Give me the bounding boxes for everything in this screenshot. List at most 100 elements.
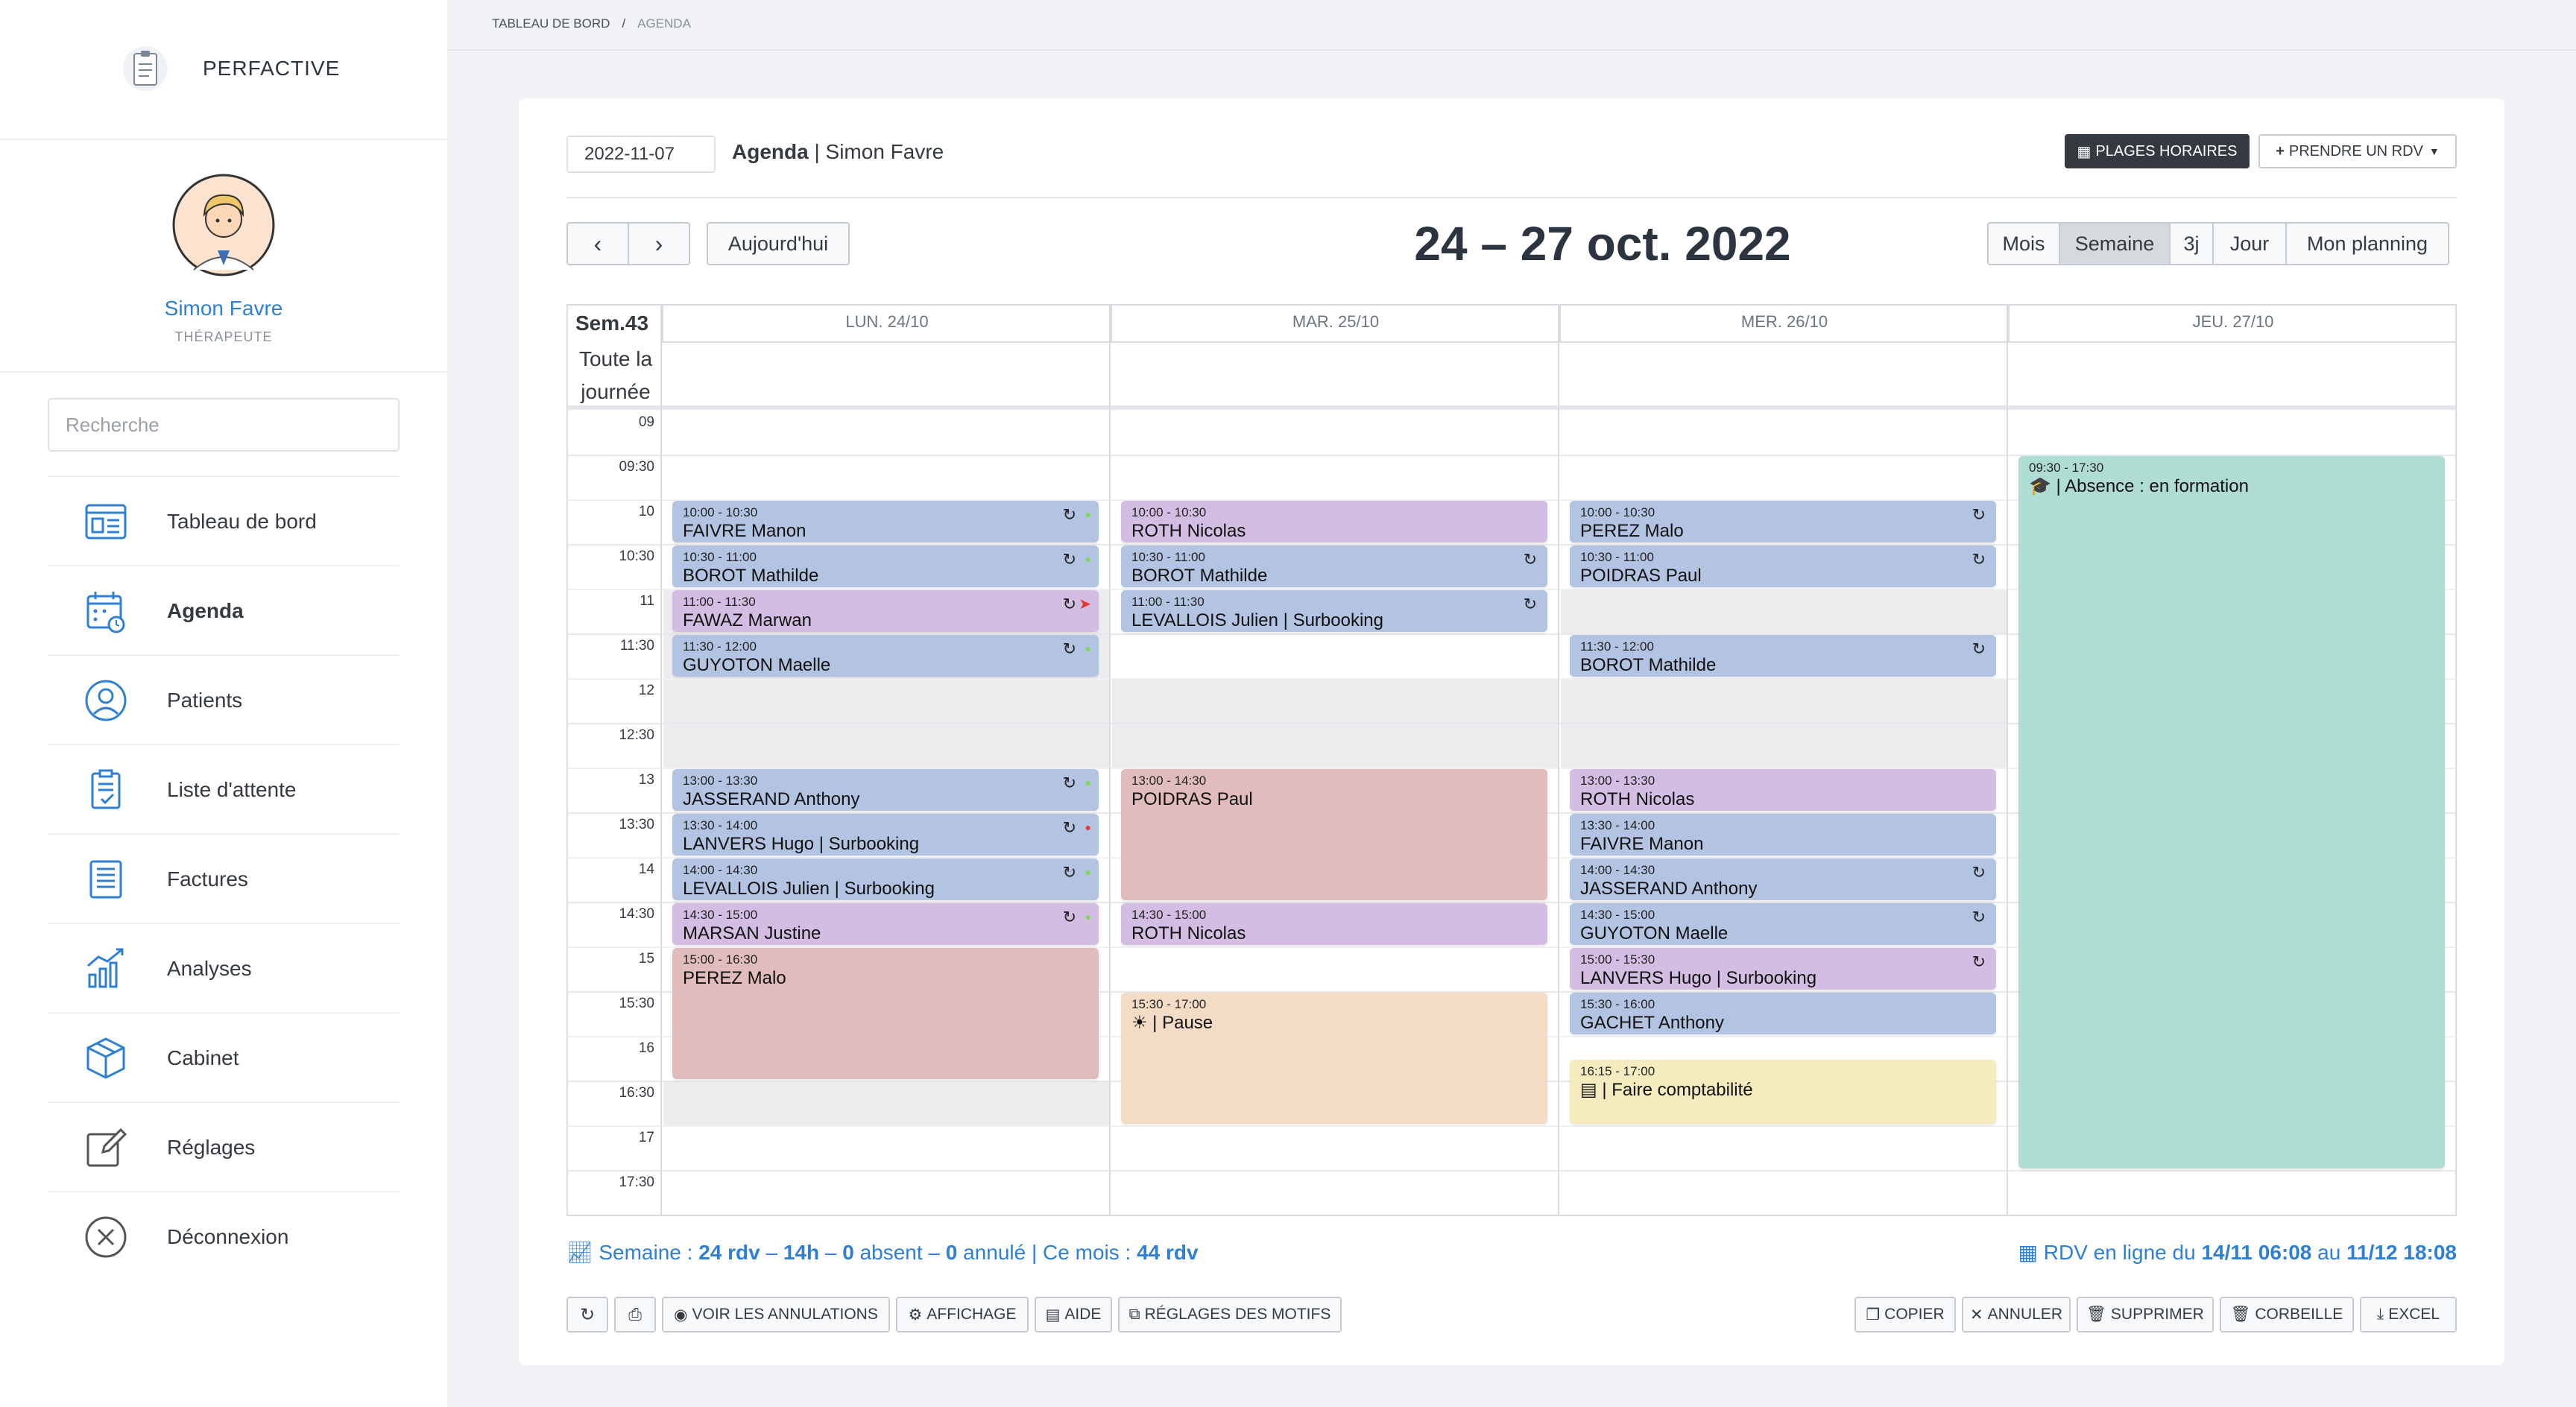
search-input[interactable] bbox=[48, 398, 400, 452]
event-title: LANVERS Hugo | Surbooking bbox=[1580, 968, 1817, 988]
online-booking-info[interactable]: ▦ RDV en ligne du 14/11 06:08 au 11/12 1… bbox=[2018, 1240, 2457, 1265]
footer-supprimer-button[interactable]: 🗑︎ SUPPRIMER bbox=[2077, 1297, 2214, 1332]
refresh-icon: ↻ bbox=[579, 1304, 596, 1325]
event-title: GUYOTON Maelle bbox=[1580, 923, 1729, 943]
appointment-event[interactable]: 11:30 - 12:00 BOROT Mathilde ↻ bbox=[1570, 635, 1996, 677]
online-prefix: RDV en ligne du bbox=[2043, 1241, 2202, 1264]
appointment-event[interactable]: 10:00 - 10:30 ROTH Nicolas bbox=[1121, 501, 1547, 543]
day-header[interactable]: MAR. 25/10 bbox=[1111, 306, 1559, 343]
brand[interactable]: PERFACTIVE bbox=[0, 0, 447, 140]
time-label: 11 bbox=[640, 593, 654, 609]
event-title: LEVALLOIS Julien | Surbooking bbox=[683, 879, 935, 899]
user-name[interactable]: Simon Favre bbox=[0, 297, 447, 320]
event-time: 10:30 - 11:00 bbox=[1580, 550, 1654, 564]
user-circle-icon bbox=[85, 680, 127, 721]
appointment-event[interactable]: 14:30 - 15:00 ROTH Nicolas bbox=[1121, 903, 1547, 945]
view-mon-planning-button[interactable]: Mon planning bbox=[2285, 222, 2449, 265]
footer-annuler-button[interactable]: ✕ ANNULER bbox=[1962, 1297, 2071, 1332]
sidebar-item-box[interactable]: Cabinet bbox=[48, 1012, 400, 1101]
agenda-title-therapist: | Simon Favre bbox=[808, 140, 944, 163]
appointment-event[interactable]: 13:00 - 14:30 POIDRAS Paul bbox=[1121, 769, 1547, 900]
view-semaine-button[interactable]: Semaine bbox=[2059, 222, 2171, 265]
day-column-divider bbox=[660, 306, 662, 1215]
file-icon: ▤ bbox=[1045, 1306, 1061, 1324]
sidebar: PERFACTIVE Simon Favre THÉRAPEUTE Tablea… bbox=[0, 0, 447, 1407]
event-title: PEREZ Malo bbox=[683, 968, 786, 988]
appointment-event[interactable]: 15:00 - 16:30 PEREZ Malo bbox=[672, 948, 1099, 1079]
footer-button-label: CORBEILLE bbox=[2255, 1306, 2343, 1323]
sidebar-item-user-circle[interactable]: Patients bbox=[48, 654, 400, 744]
event-time: 13:00 - 14:30 bbox=[1131, 774, 1207, 788]
sidebar-item-label: Agenda bbox=[167, 599, 244, 622]
view-mois-button[interactable]: Mois bbox=[1987, 222, 2060, 265]
appointment-event[interactable]: 14:00 - 14:30 LEVALLOIS Julien | Surbooki… bbox=[672, 859, 1099, 900]
status-dot-icon: ● bbox=[1085, 553, 1091, 565]
sidebar-item-chart[interactable]: Analyses bbox=[48, 923, 400, 1012]
appointment-event[interactable]: 15:30 - 17:00 ☀ | Pause bbox=[1121, 993, 1547, 1124]
day-header[interactable]: JEU. 27/10 bbox=[2008, 306, 2455, 343]
appointment-event[interactable]: 10:00 - 10:30 PEREZ Malo ↻ bbox=[1570, 501, 1996, 543]
sidebar-item-invoice[interactable]: Factures bbox=[48, 833, 400, 923]
appointment-event[interactable]: 14:30 - 15:00 MARSAN Justine ↻ ● bbox=[672, 903, 1099, 945]
all-day-label: Toute la journée bbox=[578, 347, 653, 403]
footer-aide-button[interactable]: ▤ AIDE bbox=[1035, 1297, 1112, 1332]
prendre-rdv-button[interactable]: + PRENDRE UN RDV ▼ bbox=[2258, 134, 2457, 168]
calendar-icon: ▦ bbox=[2018, 1241, 2038, 1264]
appointment-event[interactable]: 09:30 - 17:30 🎓 | Absence : en formation bbox=[2018, 456, 2445, 1169]
appointment-event[interactable]: 15:30 - 16:00 GACHET Anthony bbox=[1570, 993, 1996, 1034]
appointment-event[interactable]: 13:00 - 13:30 JASSERAND Anthony ↻ ● bbox=[672, 769, 1099, 811]
appointment-event[interactable]: 11:30 - 12:00 GUYOTON Maelle ↻ ● bbox=[672, 635, 1099, 677]
recurrence-icon: ↻ bbox=[1523, 595, 1537, 613]
sidebar-item-edit[interactable]: Réglages bbox=[48, 1101, 400, 1191]
breadcrumb-home[interactable]: TABLEAU DE BORD bbox=[492, 16, 610, 31]
appointment-event[interactable]: 11:00 - 11:30 FAWAZ Marwan ↻ ➤ bbox=[672, 590, 1099, 632]
appointment-event[interactable]: 11:00 - 11:30 LEVALLOIS Julien | Surbooki… bbox=[1121, 590, 1547, 632]
day-header[interactable]: LUN. 24/10 bbox=[662, 306, 1111, 343]
agenda-title-bold: Agenda bbox=[732, 140, 809, 163]
breadcrumb-current: AGENDA bbox=[637, 16, 691, 31]
time-label: 10:30 bbox=[619, 548, 654, 564]
time-label: 17 bbox=[638, 1130, 654, 1145]
footer-corbeille-button[interactable]: 🗑︎ CORBEILLE bbox=[2220, 1297, 2354, 1332]
appointment-event[interactable]: 10:30 - 11:00 BOROT Mathilde ↻ bbox=[1121, 546, 1547, 587]
plages-horaires-button[interactable]: ▦ PLAGES HORAIRES bbox=[2065, 134, 2250, 168]
sidebar-item-clipboard-check[interactable]: Liste d'attente bbox=[48, 744, 400, 833]
recurrence-icon: ↻ bbox=[1062, 550, 1076, 569]
footer-réglages-des-motifs-button[interactable]: ⧉ RÉGLAGES DES MOTIFS bbox=[1118, 1297, 1342, 1332]
allday-divider bbox=[568, 405, 2455, 410]
view-jour-button[interactable]: Jour bbox=[2212, 222, 2287, 265]
chart-line-icon: 📈︎ bbox=[566, 1241, 593, 1264]
appointment-event[interactable]: 14:00 - 14:30 JASSERAND Anthony ↻ bbox=[1570, 859, 1996, 900]
sidebar-item-dashboard[interactable]: Tableau de bord bbox=[48, 475, 400, 565]
day-header[interactable]: MER. 26/10 bbox=[1559, 306, 2008, 343]
appointment-event[interactable]: 13:30 - 14:00 LANVERS Hugo | Surbooking ↻ ● bbox=[672, 814, 1099, 856]
print-button[interactable]: ⎙ bbox=[614, 1297, 656, 1332]
today-button[interactable]: Aujourd'hui bbox=[707, 222, 850, 265]
footer-voir-les-annulations-button[interactable]: ◉ VOIR LES ANNULATIONS bbox=[662, 1297, 890, 1332]
view-3j-button[interactable]: 3j bbox=[2169, 222, 2214, 265]
sidebar-item-logout[interactable]: Déconnexion bbox=[48, 1191, 400, 1280]
appointment-event[interactable]: 10:30 - 11:00 BOROT Mathilde ↻ ● bbox=[672, 546, 1099, 587]
appointment-event[interactable]: 10:30 - 11:00 POIDRAS Paul ↻ bbox=[1570, 546, 1996, 587]
download-icon: ⤓ bbox=[2376, 1306, 2384, 1323]
appointment-event[interactable]: 14:30 - 15:00 GUYOTON Maelle ↻ bbox=[1570, 903, 1996, 945]
next-button[interactable]: › bbox=[628, 222, 690, 265]
prev-button[interactable]: ‹ bbox=[566, 222, 629, 265]
refresh-button[interactable]: ↻ bbox=[566, 1297, 608, 1332]
calendar-small-icon: ▦ bbox=[2077, 143, 2092, 160]
footer-excel-button[interactable]: ⤓ EXCEL bbox=[2360, 1297, 2457, 1332]
date-field[interactable] bbox=[566, 136, 716, 173]
appointment-event[interactable]: 15:00 - 15:30 LANVERS Hugo | Surbooking ↻ bbox=[1570, 948, 1996, 990]
footer-copier-button[interactable]: ❐ COPIER bbox=[1854, 1297, 1956, 1332]
appointment-event[interactable]: 13:00 - 13:30 ROTH Nicolas bbox=[1570, 769, 1996, 811]
sidebar-item-label: Déconnexion bbox=[167, 1225, 289, 1248]
appointment-event[interactable]: 16:15 - 17:00 ▤ | Faire comptabilité bbox=[1570, 1060, 1996, 1124]
footer-affichage-button[interactable]: ⚙ AFFICHAGE bbox=[896, 1297, 1029, 1332]
avatar[interactable] bbox=[171, 173, 276, 277]
appointment-event[interactable]: 10:00 - 10:30 FAIVRE Manon ↻ ● bbox=[672, 501, 1099, 543]
status-dot-icon: ● bbox=[1085, 642, 1091, 654]
unavailable-slot bbox=[663, 1081, 1111, 1125]
appointment-event[interactable]: 13:30 - 14:00 FAIVRE Manon bbox=[1570, 814, 1996, 856]
chart-icon bbox=[87, 948, 124, 988]
sidebar-item-calendar[interactable]: Agenda bbox=[48, 565, 400, 654]
